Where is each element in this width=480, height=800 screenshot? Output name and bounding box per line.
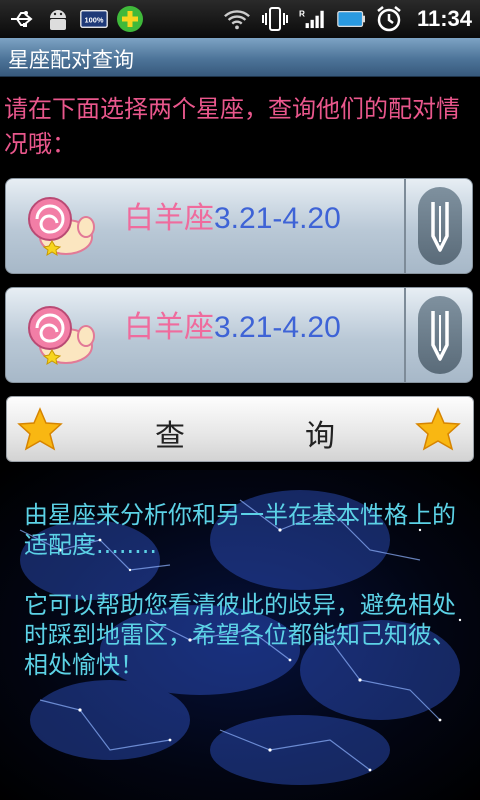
star-icon-right [415,407,461,451]
query-button-char1: 查 [155,419,185,454]
android-debug-icon [44,6,72,32]
status-bar: 100% R 11:34 [0,0,480,38]
status-time: 11:34 [416,6,472,31]
zodiac-spinner-first[interactable]: 白羊座3.21-4.20 [5,178,473,274]
zodiac-sign-dates: 3.21-4.20 [214,311,341,344]
instruction-text: 请在下面选择两个星座，查询他们的配对情况哦： [4,95,460,158]
plus-app-icon [116,6,144,32]
svg-text:R: R [299,10,305,19]
aries-ram-icon [20,302,96,368]
zodiac-sign-name: 白羊座 [124,201,214,236]
zodiac-sign-name: 白羊座 [124,310,214,345]
zodiac-spinner-second[interactable]: 白羊座3.21-4.20 [5,287,473,383]
app-title: 星座配对查询 [8,48,134,72]
spinner-divider [404,288,406,382]
dropdown-arrow-icon[interactable] [418,296,462,374]
query-button-char2: 询 [305,419,335,454]
zodiac-sign-dates: 3.21-4.20 [214,202,341,235]
vibrate-icon [261,6,289,32]
zodiac-selected-label: 白羊座3.21-4.20 [124,302,341,346]
signal-icon: R [299,6,327,32]
battery-icon [337,6,365,32]
description-paragraph-1: 由星座来分析你和另一半在基本性格上的适配度........ [24,501,456,559]
aries-ram-icon [20,193,96,259]
alarm-icon [375,6,403,32]
query-button[interactable]: 查 询 [6,396,474,462]
title-bar: 星座配对查询 [0,38,480,77]
battery-badge-text: 100% [85,15,104,24]
spinner-divider [404,179,406,273]
description-text: 由星座来分析你和另一半在基本性格上的适配度........ 它可以帮助您看清彼此… [24,500,464,680]
battery-badge-icon: 100% [80,6,108,32]
star-icon-left [17,407,63,451]
wifi-icon [223,6,251,32]
dropdown-arrow-icon[interactable] [418,187,462,265]
usb-icon [8,6,36,32]
zodiac-selected-label: 白羊座3.21-4.20 [124,193,341,237]
description-paragraph-2: 它可以帮助您看清彼此的歧异，避免相处时踩到地雷区，希望各位都能知己知彼、相处愉快… [24,591,456,679]
